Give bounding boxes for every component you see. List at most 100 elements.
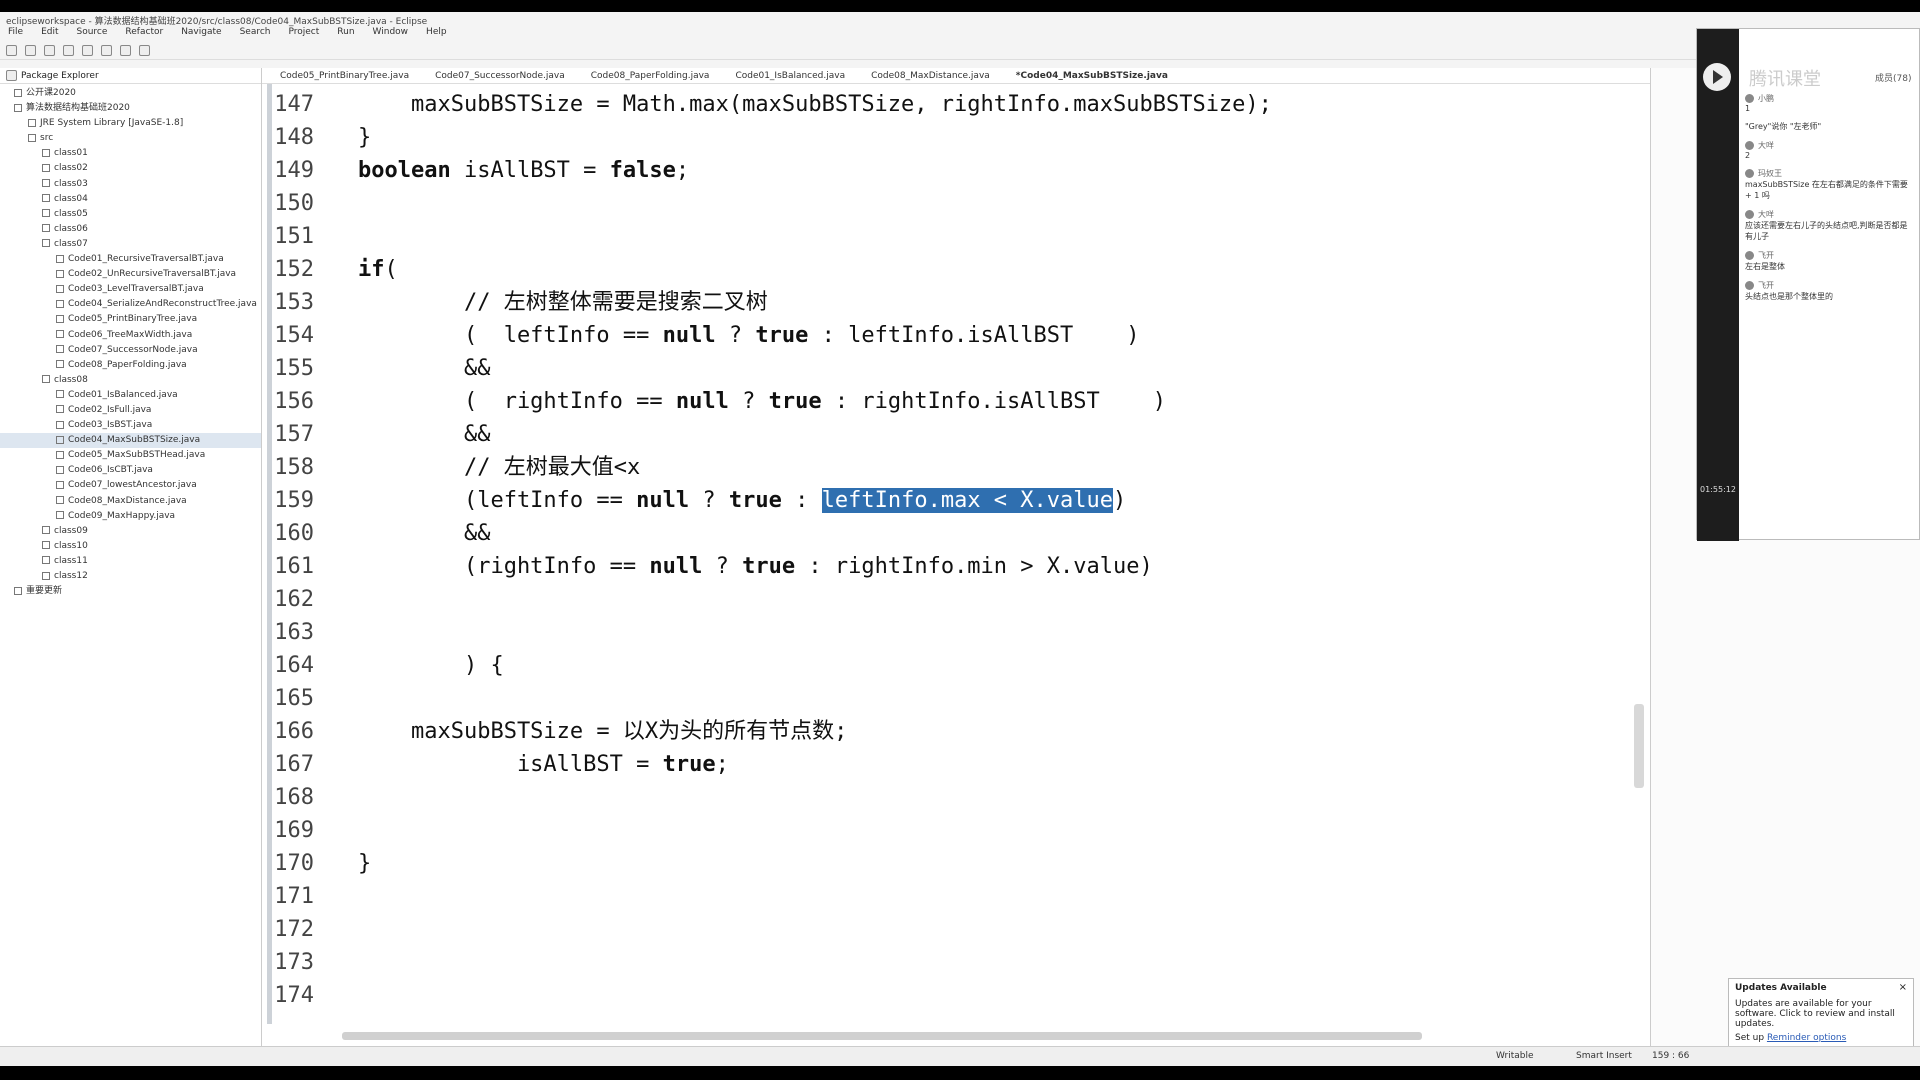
popup-title: Updates Available [1735, 983, 1827, 993]
keyword: true [768, 389, 822, 414]
menu-item-refactor[interactable]: Refactor [125, 27, 163, 41]
chat-message: "Grey"说你 "左老师" [1745, 121, 1915, 132]
menu-item-file[interactable]: File [8, 27, 23, 41]
editor-tab[interactable]: Code01_IsBalanced.java [735, 71, 845, 81]
vertical-scrollbar[interactable] [1634, 704, 1644, 788]
editor-tab[interactable]: Code05_PrintBinaryTree.java [280, 71, 409, 81]
tree-item[interactable]: 公开课2020 [0, 86, 261, 101]
tree-item[interactable]: 算法数据结构基础班2020 [0, 101, 261, 116]
code-line: 162 [274, 583, 1630, 616]
tree-item[interactable]: class02 [0, 161, 261, 176]
line-text: boolean isAllBST = false; [358, 158, 690, 183]
tree-item[interactable]: Code08_MaxDistance.java [0, 494, 261, 509]
debug-icon[interactable] [63, 45, 74, 56]
tree-item[interactable]: Code08_PaperFolding.java [0, 358, 261, 373]
tree-item-label: Code08_MaxDistance.java [68, 495, 187, 506]
close-icon[interactable]: × [1899, 982, 1907, 993]
menu-item-project[interactable]: Project [288, 27, 319, 41]
tree-item[interactable]: Code07_lowestAncestor.java [0, 478, 261, 493]
folder-icon [42, 148, 50, 157]
folder-icon [42, 179, 50, 188]
play-icon[interactable] [1703, 63, 1731, 91]
code-area[interactable]: 147 maxSubBSTSize = Math.max(maxSubBSTSi… [274, 88, 1630, 1012]
menu-item-edit[interactable]: Edit [41, 27, 58, 41]
tree-item[interactable]: 重要更新 [0, 584, 261, 599]
line-number: 171 [274, 884, 314, 909]
chat-text: 2 [1745, 151, 1751, 160]
line-text: } [358, 851, 372, 876]
new-icon[interactable] [6, 45, 17, 56]
menu-item-navigate[interactable]: Navigate [181, 27, 221, 41]
tree-item[interactable]: src [0, 131, 261, 146]
save-icon[interactable] [25, 45, 36, 56]
back-icon[interactable] [120, 45, 131, 56]
editor-tab[interactable]: Code08_PaperFolding.java [591, 71, 710, 81]
eclipse-window: eclipseworkspace - 算法数据结构基础班2020/src/cla… [0, 12, 1920, 1066]
code-line: 151 [274, 220, 1630, 253]
chat-text: 左右是整体 [1745, 262, 1785, 271]
insert-mode-status: Smart Insert [1576, 1051, 1632, 1061]
tree-item[interactable]: class05 [0, 207, 261, 222]
tree-item[interactable]: Code04_SerializeAndReconstructTree.java [0, 297, 261, 312]
tree-item[interactable]: Code06_TreeMaxWidth.java [0, 328, 261, 343]
tree-item[interactable]: Code07_SuccessorNode.java [0, 343, 261, 358]
forward-icon[interactable] [139, 45, 150, 56]
tree-item[interactable]: class11 [0, 554, 261, 569]
tree-item[interactable]: class08 [0, 373, 261, 388]
editor-tab[interactable]: Code08_MaxDistance.java [871, 71, 990, 81]
chat-text: 应该还需要左右儿子的头结点吧,判断是否都是有儿子 [1745, 221, 1908, 241]
tree-item[interactable]: Code03_IsBST.java [0, 418, 261, 433]
tree-item[interactable]: Code09_MaxHappy.java [0, 509, 261, 524]
popup-body: Updates are available for your software.… [1735, 999, 1895, 1029]
tree-item[interactable]: Code05_MaxSubBSTHead.java [0, 448, 261, 463]
java-file-icon [56, 330, 64, 338]
tree-item-label: 算法数据结构基础班2020 [26, 103, 130, 114]
tree-item[interactable]: Code06_IsCBT.java [0, 463, 261, 478]
tree-item[interactable]: Code03_LevelTraversalBT.java [0, 282, 261, 297]
tree-item-label: Code02_IsFull.java [68, 404, 152, 415]
tree-item[interactable]: class07 [0, 237, 261, 252]
tree-item[interactable]: JRE System Library [JavaSE-1.8] [0, 116, 261, 131]
tree-item[interactable]: Code01_IsBalanced.java [0, 388, 261, 403]
menu-item-source[interactable]: Source [77, 27, 108, 41]
tree-item[interactable]: class09 [0, 524, 261, 539]
tree-item[interactable]: class01 [0, 146, 261, 161]
reminder-options-link[interactable]: Reminder options [1767, 1033, 1846, 1043]
code-line: 169 [274, 814, 1630, 847]
project-tree: 公开课2020 算法数据结构基础班2020 JRE System Library [… [0, 84, 261, 599]
tree-item[interactable]: class04 [0, 192, 261, 207]
save-all-icon[interactable] [44, 45, 55, 56]
tree-item[interactable]: class03 [0, 177, 261, 192]
editor-tab[interactable]: *Code04_MaxSubBSTSize.java [1016, 71, 1168, 81]
tree-item[interactable]: Code04_MaxSubBSTSize.java [0, 433, 261, 449]
line-number: 150 [274, 191, 314, 216]
chat-author: 玛奴王 [1745, 168, 1915, 179]
tree-item[interactable]: class12 [0, 569, 261, 584]
tree-item[interactable]: Code02_UnRecursiveTraversalBT.java [0, 267, 261, 282]
tree-item[interactable]: Code01_RecursiveTraversalBT.java [0, 252, 261, 267]
java-file-icon [56, 511, 64, 520]
horizontal-scrollbar[interactable] [342, 1032, 1422, 1040]
tree-item[interactable]: class10 [0, 539, 261, 554]
editor-tab[interactable]: Code07_SuccessorNode.java [435, 71, 565, 81]
menu-item-search[interactable]: Search [240, 27, 271, 41]
code-line: 152 if( [274, 253, 1630, 286]
tree-item-label: Code03_IsBST.java [68, 420, 153, 431]
tree-item[interactable]: Code02_IsFull.java [0, 403, 261, 418]
java-file-icon [56, 435, 64, 444]
menu-item-help[interactable]: Help [426, 27, 447, 41]
chat-author: 大咩 [1745, 140, 1915, 151]
code-line: 165 [274, 682, 1630, 715]
menu-item-window[interactable]: Window [373, 27, 409, 41]
menu-item-run[interactable]: Run [337, 27, 354, 41]
run-icon[interactable] [82, 45, 93, 56]
chat-message: 飞开 左右是整体 [1745, 250, 1915, 272]
line-text: && [358, 422, 491, 447]
tree-item[interactable]: class06 [0, 222, 261, 237]
line-text: && [358, 521, 491, 546]
search-icon[interactable] [101, 45, 112, 56]
writable-status: Writable [1496, 1051, 1534, 1061]
tree-item[interactable]: Code05_PrintBinaryTree.java [0, 312, 261, 327]
tree-item-label: class05 [54, 208, 88, 219]
line-number: 147 [274, 92, 314, 117]
